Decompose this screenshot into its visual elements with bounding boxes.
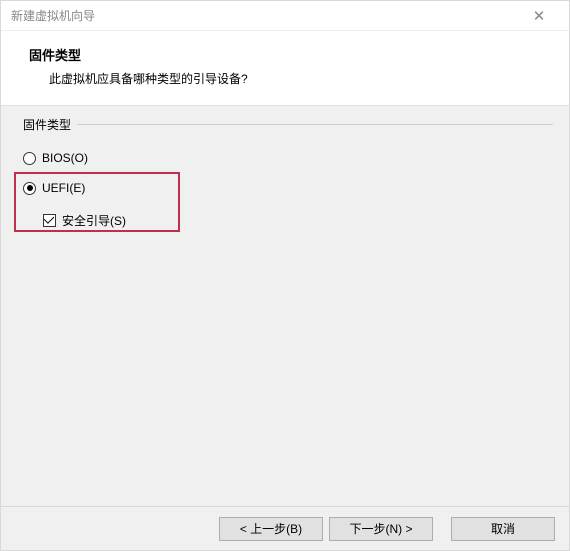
radio-uefi[interactable]: UEFI(E) <box>17 178 553 198</box>
radio-icon <box>23 182 36 195</box>
page-title: 固件类型 <box>29 45 549 64</box>
checkbox-icon <box>43 214 56 227</box>
cancel-button[interactable]: 取消 <box>451 517 555 541</box>
radio-bios[interactable]: BIOS(O) <box>17 148 553 168</box>
wizard-header: 固件类型 此虚拟机应具备哪种类型的引导设备? <box>1 31 569 106</box>
radio-icon <box>23 152 36 165</box>
wizard-footer: < 上一步(B) 下一步(N) > 取消 <box>1 506 569 550</box>
checkbox-label: 安全引导(S) <box>62 212 126 229</box>
checkbox-secure-boot[interactable]: 安全引导(S) <box>17 210 553 230</box>
firmware-groupbox: 固件类型 BIOS(O) UEFI(E) 安全引导(S) <box>17 124 553 230</box>
title-bar: 新建虚拟机向导 ✕ <box>1 1 569 31</box>
groupbox-label: 固件类型 <box>19 116 75 133</box>
page-subtitle: 此虚拟机应具备哪种类型的引导设备? <box>29 70 549 87</box>
next-button[interactable]: 下一步(N) > <box>329 517 433 541</box>
groupbox-divider <box>77 124 553 125</box>
wizard-window: 新建虚拟机向导 ✕ 固件类型 此虚拟机应具备哪种类型的引导设备? 固件类型 BI… <box>0 0 570 551</box>
radio-label: UEFI(E) <box>42 181 85 195</box>
window-title: 新建虚拟机向导 <box>11 7 519 24</box>
close-button[interactable]: ✕ <box>519 1 559 31</box>
back-button[interactable]: < 上一步(B) <box>219 517 323 541</box>
close-icon: ✕ <box>533 7 546 25</box>
content-area: 固件类型 BIOS(O) UEFI(E) 安全引导(S) <box>1 106 569 506</box>
radio-label: BIOS(O) <box>42 151 88 165</box>
